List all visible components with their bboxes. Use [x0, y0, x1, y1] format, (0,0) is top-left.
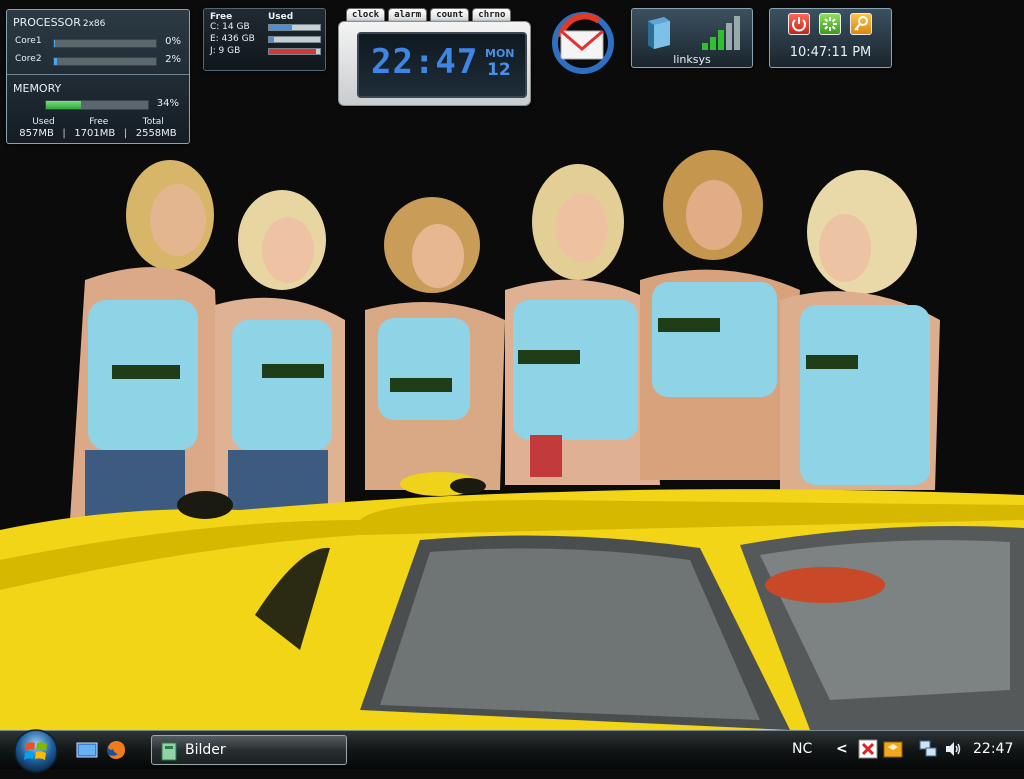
memory-usage-fill: [46, 101, 81, 109]
memory-stats: Used Free Total 857MB | 1701MB | 2558MB: [15, 117, 181, 139]
show-desktop-button[interactable]: [76, 739, 98, 761]
drive-e-label: E: 436 GB: [210, 34, 255, 44]
memory-used-value: 857MB: [19, 128, 54, 139]
drive-used-header: Used: [268, 12, 294, 22]
memory-separator: |: [62, 128, 66, 139]
clock-time: 22:47: [371, 42, 479, 82]
core1-percent: 0%: [165, 36, 181, 47]
show-desktop-icon: [76, 742, 98, 758]
wallpaper-car: [0, 472, 1024, 730]
memory-total-value: 2558MB: [135, 128, 177, 139]
core1-row: Core1 0%: [15, 36, 183, 48]
mail-icon[interactable]: [547, 7, 617, 77]
clock-display: 22:47 MON 12: [357, 32, 527, 98]
drive-j-label: J: 9 GB: [210, 46, 241, 56]
tray-error-button[interactable]: [858, 739, 878, 759]
clock-date: 12: [487, 60, 511, 80]
firefox-launch-button[interactable]: [105, 739, 127, 761]
processor-arch: 2x86: [82, 19, 106, 29]
drive-free-header: Free: [210, 12, 233, 22]
lock-button[interactable]: [850, 13, 872, 35]
tab-count[interactable]: count: [430, 8, 470, 22]
core1-usage-bar: [53, 39, 157, 48]
tab-alarm[interactable]: alarm: [388, 8, 428, 22]
core1-usage-fill: [54, 40, 56, 47]
memory-usage-bar: [45, 100, 149, 110]
power-off-button[interactable]: [788, 13, 810, 35]
drive-meter-gadget[interactable]: Free Used C: 14 GB E: 436 GB J: 9 GB: [203, 8, 326, 71]
drive-c-bar: [268, 24, 321, 31]
folder-icon: [161, 742, 177, 761]
core2-label: Core2: [15, 54, 42, 64]
tray-volume-button[interactable]: [943, 739, 963, 759]
tray-network-button[interactable]: [918, 739, 938, 759]
tray-language[interactable]: NC: [792, 741, 812, 757]
clock-tab-bar: clock alarm count chrno: [346, 8, 512, 22]
wireless-gadget[interactable]: linksys: [631, 8, 753, 68]
memory-total-label: Total: [142, 117, 164, 127]
tray-package-button[interactable]: [883, 739, 903, 759]
drive-e-fill: [269, 37, 275, 42]
tab-chrono[interactable]: chrno: [472, 8, 512, 22]
core2-percent: 2%: [165, 54, 181, 65]
restart-icon: [823, 17, 837, 31]
core2-row: Core2 2%: [15, 54, 183, 66]
router-icon: [648, 17, 670, 49]
network-name: linksys: [673, 53, 711, 66]
cpu-meter-gadget[interactable]: PROCESSOR 2x86 Core1 0% Core2 2% MEMORY 3…: [6, 9, 190, 144]
core2-usage-bar: [53, 57, 157, 66]
core1-label: Core1: [15, 36, 42, 46]
restart-button[interactable]: [819, 13, 841, 35]
drive-j-bar: [268, 48, 321, 55]
drive-c-fill: [269, 25, 292, 30]
power-icon: [792, 17, 806, 32]
package-icon: [883, 741, 903, 758]
error-icon: [858, 739, 878, 759]
core2-usage-fill: [54, 58, 58, 65]
memory-separator: |: [123, 128, 128, 139]
taskbar-window-bilder[interactable]: Bilder: [151, 735, 347, 765]
gadget-time: 10:47:11 PM: [789, 45, 872, 60]
taskbar-window-label: Bilder: [185, 742, 226, 758]
signal-strength-icon: [702, 16, 740, 50]
memory-percent: 34%: [156, 98, 179, 109]
shutdown-gadget[interactable]: 10:47:11 PM: [769, 8, 892, 68]
digital-clock-gadget[interactable]: 22:47 MON 12: [338, 21, 531, 106]
drive-j-fill: [269, 49, 316, 54]
memory-free-value: 1701MB: [74, 128, 116, 139]
taskbar-clock[interactable]: 22:47: [973, 741, 1013, 757]
memory-used-label: Used: [32, 117, 55, 127]
clock-day: MON: [485, 47, 515, 60]
memory-free-label: Free: [89, 117, 109, 127]
network-icon: [919, 740, 937, 757]
firefox-icon: [107, 741, 125, 759]
volume-icon: [946, 742, 961, 756]
cpu-memory-divider: [7, 74, 189, 75]
processor-title: PROCESSOR 2x86: [13, 16, 106, 29]
key-icon: [854, 16, 868, 31]
tab-clock[interactable]: clock: [346, 8, 386, 22]
memory-title: MEMORY: [13, 82, 62, 95]
drive-e-bar: [268, 36, 321, 43]
tray-expand-arrow[interactable]: <: [836, 741, 848, 757]
drive-c-label: C: 14 GB: [210, 22, 250, 32]
